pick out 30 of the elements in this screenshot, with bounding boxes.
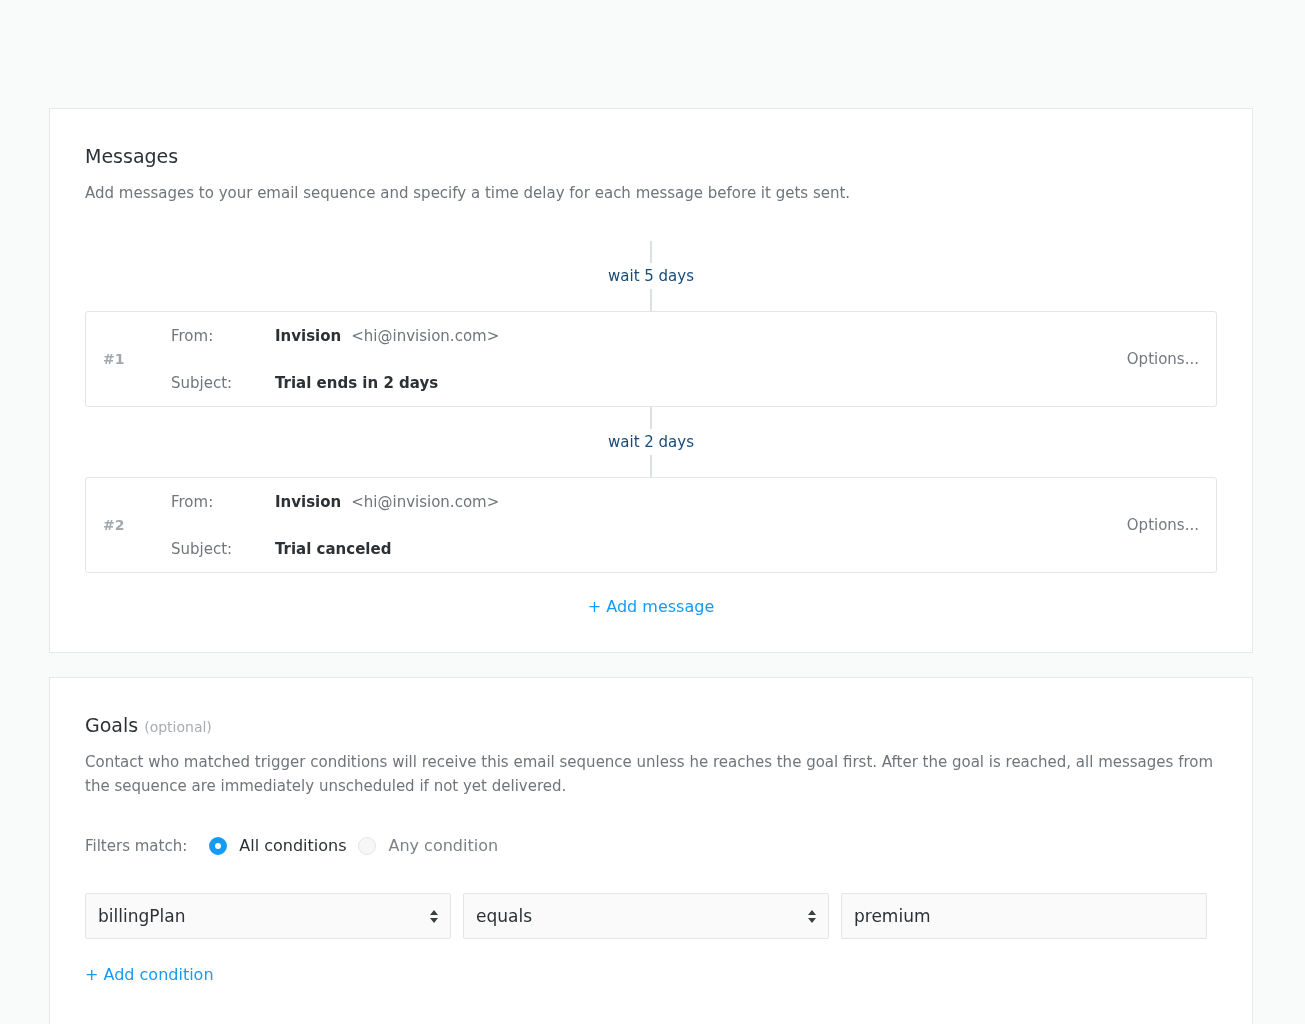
add-message-link[interactable]: + Add message (587, 597, 715, 616)
sender-email: <hi@invision.com> (351, 492, 500, 511)
message-number: #2 (103, 517, 126, 533)
radio-button[interactable] (209, 836, 228, 855)
section-title: Goals (85, 714, 139, 736)
subject-text: Trial ends in 2 days (275, 373, 440, 392)
sender-name: Invision (275, 492, 342, 511)
from-label: From: (171, 326, 215, 345)
options-link[interactable]: Options... (1126, 516, 1199, 534)
from-label: From: (171, 492, 215, 511)
input-field[interactable]: premium (841, 893, 1207, 939)
sender-email: <hi@invision.com> (351, 326, 500, 345)
optional-label: (optional) (144, 719, 212, 735)
radio-label[interactable]: Any condition (388, 836, 499, 855)
filters-label: Filters match: (85, 836, 188, 855)
sort-arrows-icon (430, 909, 438, 923)
select-field[interactable]: billingPlan (85, 893, 451, 939)
section-title: Messages (85, 145, 180, 167)
section-description: Contact who matched trigger conditions will receive this email sequence unless he reaches the goal first. After the goal is reached, all messages from the sequence are immediately unscheduled if not yet delivered. (85, 752, 1215, 797)
radio-label[interactable]: All conditions (239, 836, 347, 855)
section-description: Add messages to your email sequence and specify a time delay for each message before it gets sent. (85, 183, 852, 204)
sender-name: Invision (275, 326, 342, 345)
subject-label: Subject: (171, 373, 234, 392)
subject-text: Trial canceled (275, 539, 393, 558)
options-link[interactable]: Options... (1126, 350, 1199, 368)
select-field[interactable]: equals (463, 893, 829, 939)
message-number: #1 (103, 351, 126, 367)
add-condition-link[interactable]: + Add condition (85, 965, 214, 984)
subject-label: Subject: (171, 539, 234, 558)
sort-arrows-icon (808, 909, 816, 923)
